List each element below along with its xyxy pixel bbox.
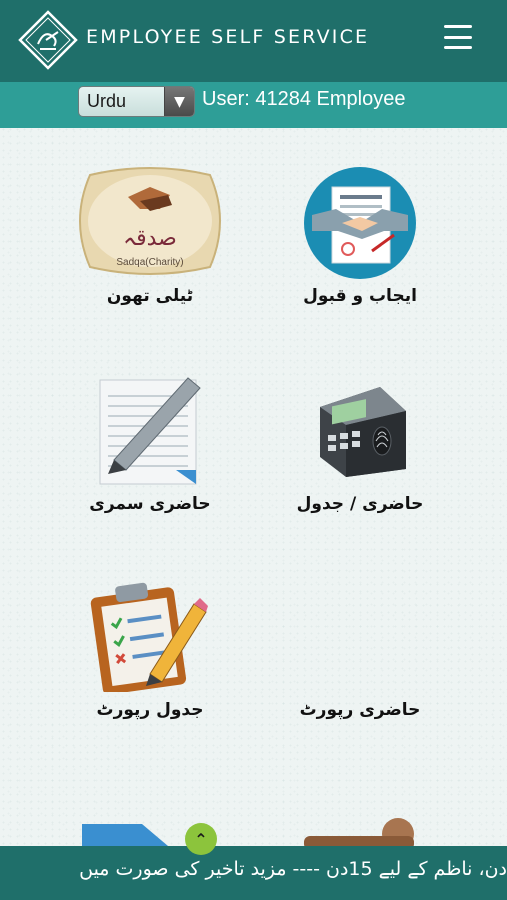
tile-attendance-report[interactable]: حاضری رپورٹ bbox=[260, 580, 460, 730]
tile-label: حاضری / جدول bbox=[296, 494, 424, 514]
tile-label: ایجاب و قبول bbox=[303, 286, 417, 306]
tile-label: حاضری سمری bbox=[89, 494, 211, 514]
tile-schedule-report[interactable]: جدول رپورٹ bbox=[50, 580, 250, 730]
user-label: User: 41284 Employee bbox=[202, 88, 406, 110]
app-header: EMPLOYEE SELF SERVICE bbox=[0, 0, 507, 82]
chevron-up-icon: ⌃ bbox=[194, 829, 208, 849]
tile-label: حاضری رپورٹ bbox=[299, 700, 421, 720]
news-ticker: دن، ناظم کے لیے 15دن ---- مزید تاخیر کی … bbox=[0, 846, 507, 900]
app-title: EMPLOYEE SELF SERVICE bbox=[86, 26, 370, 48]
clipboard-checklist-icon bbox=[90, 578, 210, 695]
scroll-up-button[interactable]: ⌃ bbox=[185, 823, 217, 855]
icon-title: صدقہ bbox=[123, 226, 177, 251]
handshake-contract-icon bbox=[302, 165, 418, 281]
tile-telethon[interactable]: صدقہ Sadqa(Charity) ٹیلی تھون bbox=[50, 160, 250, 320]
app-logo-icon bbox=[18, 10, 78, 70]
tile-row4-right-icon[interactable] bbox=[300, 816, 420, 850]
icon-caption: Sadqa(Charity) bbox=[116, 257, 183, 268]
ticker-text: دن، ناظم کے لیے 15دن ---- مزید تاخیر کی … bbox=[79, 858, 507, 880]
tile-ijab-o-qabool[interactable]: ایجاب و قبول bbox=[260, 160, 460, 320]
sadqa-charity-icon: صدقہ Sadqa(Charity) bbox=[70, 165, 230, 277]
language-select[interactable]: Urdu ▼ bbox=[78, 86, 195, 117]
biometric-attendance-machine-icon bbox=[310, 377, 414, 481]
tile-label: جدول رپورٹ bbox=[96, 700, 204, 720]
chevron-down-icon: ▼ bbox=[164, 87, 194, 116]
tile-label: ٹیلی تھون bbox=[106, 286, 194, 306]
tile-attendance-summary[interactable]: حاضری سمری bbox=[50, 372, 250, 522]
language-value: Urdu bbox=[87, 91, 127, 111]
notepad-pen-icon bbox=[96, 374, 204, 486]
tile-attendance-schedule[interactable]: حاضری / جدول bbox=[260, 372, 460, 522]
hamburger-menu-icon[interactable] bbox=[440, 22, 476, 52]
